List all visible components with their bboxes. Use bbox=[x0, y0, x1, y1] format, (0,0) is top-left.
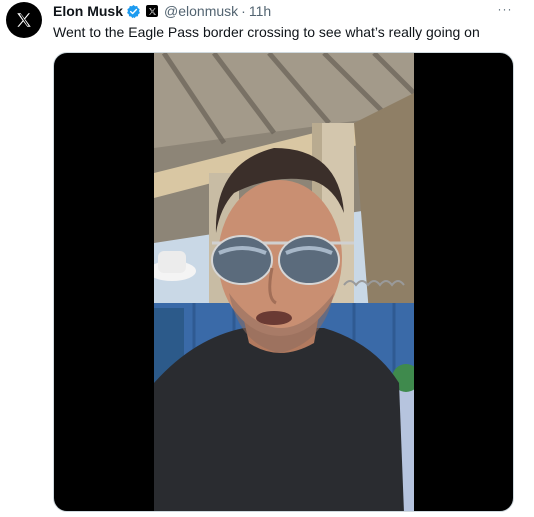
display-name[interactable]: Elon Musk bbox=[53, 2, 123, 20]
tweet-media-video[interactable] bbox=[53, 52, 514, 512]
video-frame[interactable] bbox=[154, 53, 414, 511]
tweet[interactable]: Elon Musk @elonmusk · 11h ··· Went to th… bbox=[0, 0, 534, 517]
tweet-header: Elon Musk @elonmusk · 11h bbox=[53, 2, 271, 20]
verified-badge-icon[interactable] bbox=[126, 4, 141, 19]
separator-dot: · bbox=[241, 3, 246, 19]
affiliate-x-logo-icon[interactable] bbox=[146, 5, 159, 17]
more-options-icon[interactable]: ··· bbox=[495, 1, 515, 17]
avatar[interactable] bbox=[6, 2, 42, 38]
timestamp[interactable]: 11h bbox=[249, 2, 271, 20]
tweet-text: Went to the Eagle Pass border crossing t… bbox=[53, 24, 480, 40]
user-handle[interactable]: @elonmusk bbox=[164, 2, 238, 20]
x-logo-icon bbox=[17, 13, 31, 27]
